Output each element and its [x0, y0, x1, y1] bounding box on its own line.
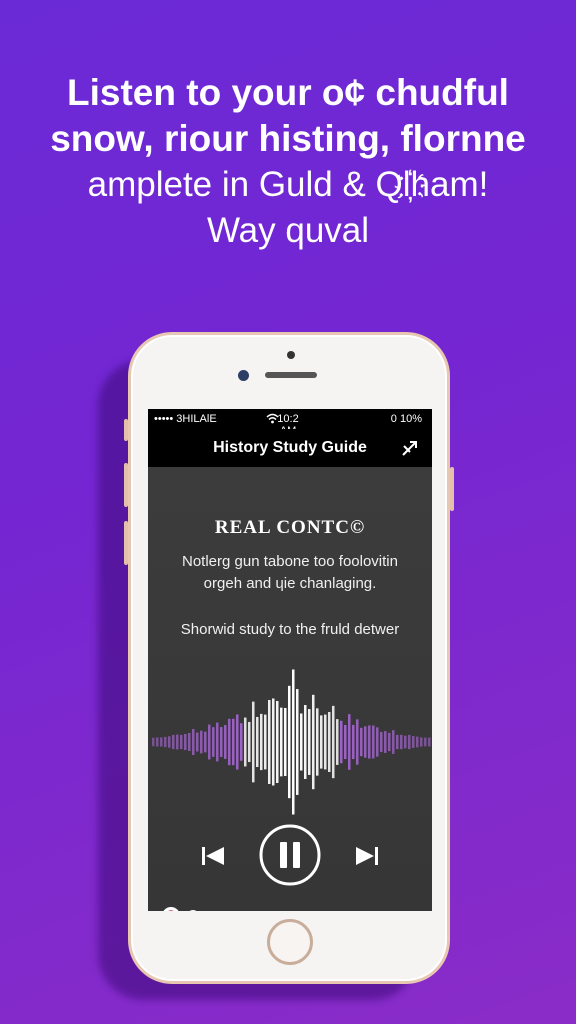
content-heading: REAL CONTC© — [214, 517, 366, 538]
top-sensor — [287, 351, 295, 359]
nav-bar: History Study Guide — [148, 429, 432, 467]
headline-line-3: amplete in Guld & Ql҉ham! — [87, 165, 489, 204]
share-icon[interactable] — [400, 438, 420, 458]
content-body: Notlerg gun tabone too foolovitin orgeh … — [148, 551, 432, 595]
phone-mockup: ••••• 3HILAlE 10:2 AM 0 10% History Stud… — [124, 332, 454, 984]
front-camera — [238, 370, 249, 381]
headline-line-4: Way quval — [206, 211, 370, 250]
status-bar: ••••• 3HILAlE 10:2 AM 0 10% — [148, 409, 432, 437]
carrier-label: ••••• 3HILAlE — [154, 413, 217, 425]
next-icon[interactable] — [354, 845, 380, 867]
mute-switch — [124, 419, 128, 441]
playback-controls — [148, 823, 432, 886]
headline-line-1: Listen to your o¢ chudful — [67, 72, 509, 113]
pause-button[interactable] — [258, 823, 322, 887]
home-button[interactable] — [267, 919, 313, 965]
power-button — [450, 467, 454, 511]
pause-icon — [280, 842, 287, 868]
progress-scrubber[interactable] — [160, 905, 420, 911]
volume-down-button — [124, 521, 128, 565]
content-body-line-1: Notlerg gun tabone too foolovitin — [182, 553, 398, 570]
previous-icon[interactable] — [200, 845, 226, 867]
content-subtext: Shorwid study to the fruld detwer — [180, 621, 400, 638]
earpiece-speaker — [265, 372, 317, 378]
content-area: REAL CONTC© Notlerg gun tabone too foolo… — [148, 467, 432, 911]
battery-label: 0 10% — [390, 413, 422, 425]
content-body-line-2: orgeh and ɥie chanlaging. — [203, 575, 377, 592]
headline-line-2: snow, riour histing, flornne — [50, 118, 526, 159]
promo-headline: Listen to your o¢ chudful snow, riour hi… — [0, 70, 576, 254]
volume-up-button — [124, 463, 128, 507]
nav-title: History Study Guide — [213, 439, 367, 456]
audio-waveform — [148, 669, 432, 815]
app-screen: ••••• 3HILAlE 10:2 AM 0 10% History Stud… — [148, 409, 432, 911]
scrubber-thumb[interactable] — [187, 910, 199, 911]
